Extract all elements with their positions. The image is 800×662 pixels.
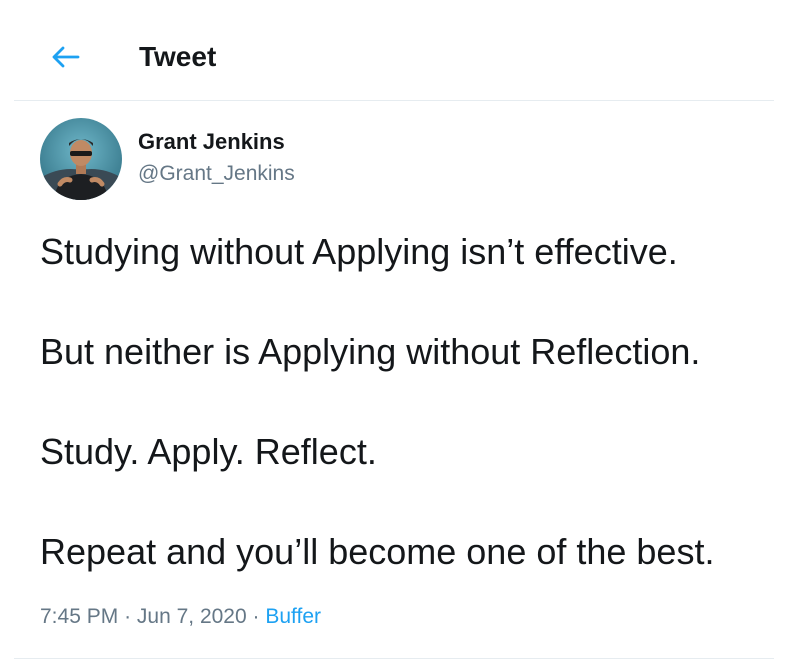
tweet-date[interactable]: Jun 7, 2020 <box>137 605 247 628</box>
tweet-line: Repeat and you’ll become one of the best… <box>40 531 715 572</box>
tweet-line: But neither is Applying without Reflecti… <box>40 331 701 372</box>
profile-photo <box>40 118 122 200</box>
tweet-metadata: 7:45 PM · Jun 7, 2020 · Buffer <box>40 603 321 631</box>
tweet-time[interactable]: 7:45 PM <box>40 605 118 628</box>
arrow-left-icon <box>52 46 80 68</box>
divider <box>14 658 774 659</box>
tweet-body: Studying without Applying isn’t effectiv… <box>40 230 770 630</box>
tweet-source-link[interactable]: Buffer <box>265 605 321 628</box>
avatar[interactable] <box>40 118 122 200</box>
tweet-line: Studying without Applying isn’t effectiv… <box>40 231 678 272</box>
author-name[interactable]: Grant Jenkins <box>138 128 285 156</box>
page-title: Tweet <box>139 41 217 72</box>
meta-separator: · <box>124 605 132 628</box>
author-handle[interactable]: @Grant_Jenkins <box>138 160 295 188</box>
tweet-page: Tweet Grant Jenkins @Grant_Jenkins Study… <box>14 0 774 662</box>
meta-separator: · <box>252 605 260 628</box>
page-header: Tweet <box>14 0 774 101</box>
back-button[interactable] <box>46 38 84 76</box>
tweet-line: Study. Apply. Reflect. <box>40 431 377 472</box>
